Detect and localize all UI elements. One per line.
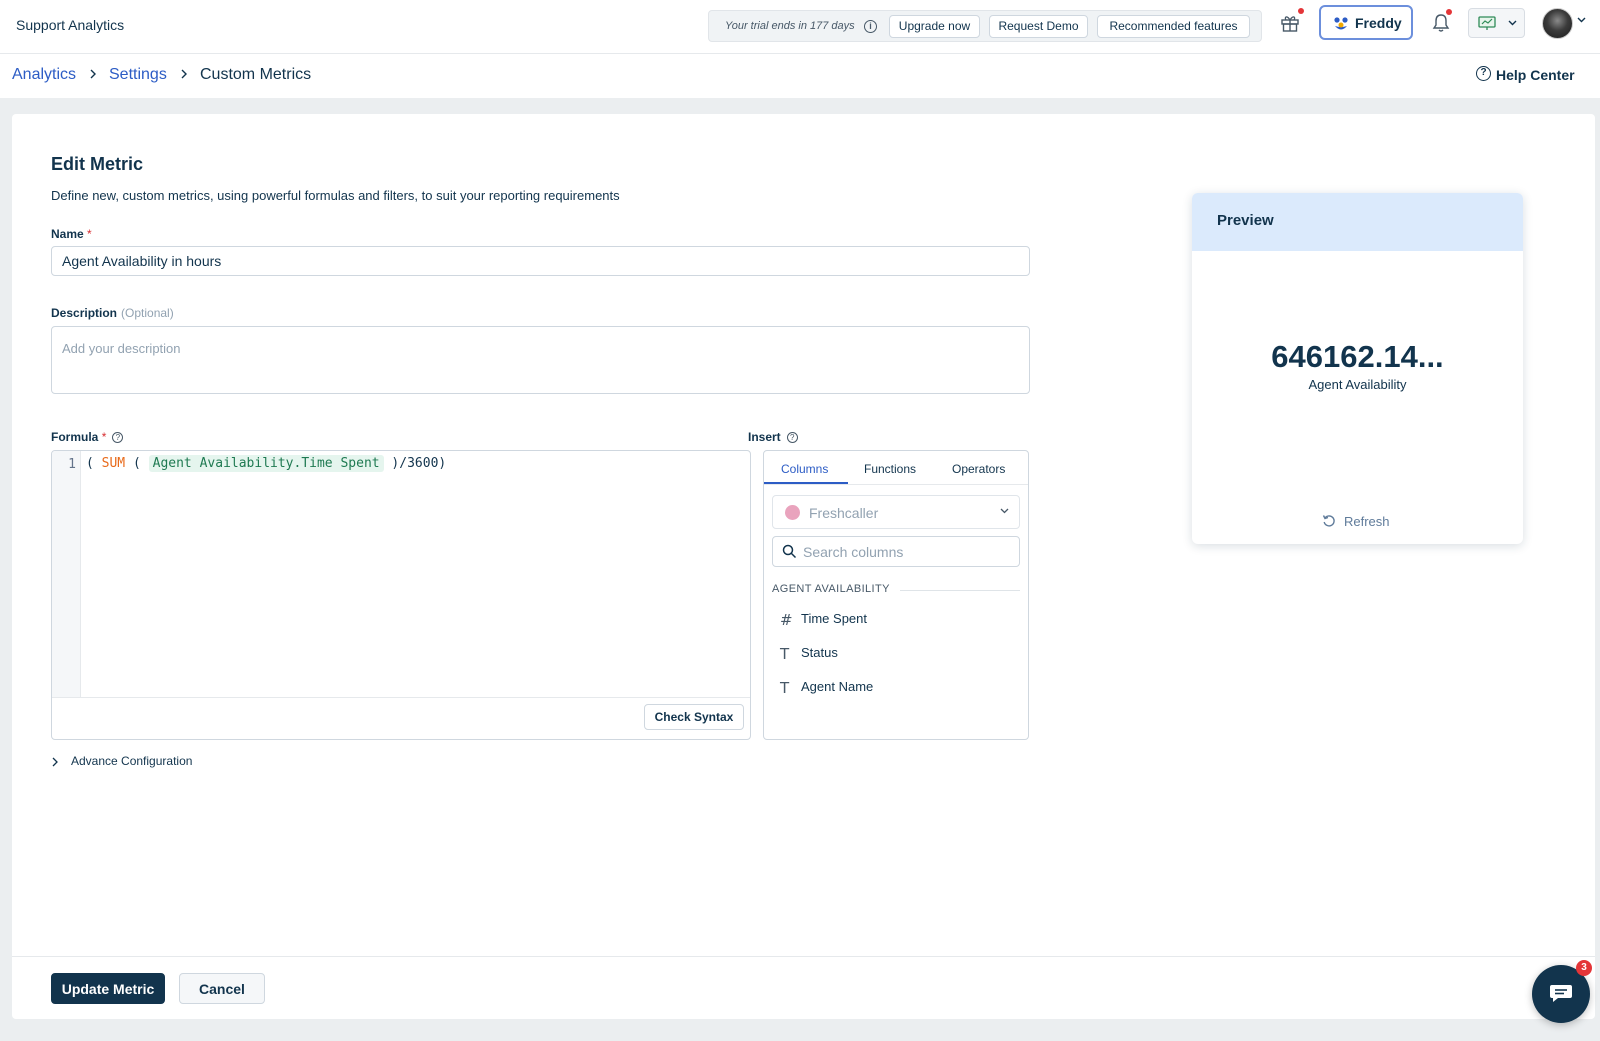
chevron-right-icon <box>52 757 58 767</box>
optional-tag: (Optional) <box>121 306 174 320</box>
formula-label-text: Formula <box>51 430 99 444</box>
preview-metric-label: Agent Availability <box>1308 377 1407 392</box>
formula-column-chip: Agent Availability.Time Spent <box>148 455 384 472</box>
tab-columns[interactable]: Columns <box>781 462 828 476</box>
monitor-icon <box>1478 16 1496 30</box>
avatar[interactable] <box>1542 8 1573 39</box>
search-columns <box>772 536 1020 567</box>
breadcrumb-settings[interactable]: Settings <box>109 66 167 84</box>
column-group-heading: AGENT AVAILABILITY <box>772 583 890 595</box>
description-label-text: Description <box>51 306 118 320</box>
source-select-value: Freshcaller <box>809 505 879 521</box>
description-placeholder: Add your description <box>62 341 181 356</box>
freddy-label: Freddy <box>1355 15 1402 31</box>
chevron-right-icon <box>181 69 187 79</box>
bell-icon[interactable] <box>1432 13 1450 33</box>
breadcrumb-custom-metrics: Custom Metrics <box>200 66 312 83</box>
freshcaller-icon <box>785 505 800 520</box>
help-center-link[interactable]: Help Center <box>1476 67 1575 83</box>
gift-notification-dot <box>1298 8 1304 14</box>
search-columns-input[interactable] <box>803 541 1013 562</box>
preview-title: Preview <box>1217 212 1274 229</box>
freddy-icon <box>1334 17 1348 30</box>
chat-icon <box>1550 985 1572 1002</box>
insert-label-text: Insert <box>748 430 781 444</box>
chevron-down-icon[interactable] <box>1577 17 1586 23</box>
check-syntax-button[interactable]: Check Syntax <box>644 704 744 730</box>
formula-function: SUM <box>101 456 126 471</box>
active-tab-indicator <box>764 482 848 484</box>
bell-notification-dot <box>1446 9 1452 15</box>
formula-open-paren: ( <box>86 456 102 471</box>
tab-operators[interactable]: Operators <box>952 462 1005 476</box>
source-select[interactable]: Freshcaller <box>772 495 1020 529</box>
question-icon[interactable]: ? <box>112 432 124 443</box>
refresh-label: Refresh <box>1344 514 1390 529</box>
column-item-agent-name[interactable]: T Agent Name <box>772 673 1020 701</box>
name-label-text: Name <box>51 227 84 241</box>
top-bar: Support Analytics Your trial ends in 177… <box>0 0 1600 54</box>
request-demo-button[interactable]: Request Demo <box>989 15 1088 38</box>
chevron-down-icon <box>1508 20 1517 26</box>
formula-paren: ( <box>125 456 149 471</box>
name-input[interactable] <box>51 246 1030 276</box>
refresh-icon <box>1322 515 1335 527</box>
column-item-status[interactable]: T Status <box>772 639 1020 667</box>
description-label: Description (Optional) <box>51 306 174 320</box>
formula-code[interactable]: ( SUM ( Agent Availability.Time Spent )/… <box>86 455 447 472</box>
search-icon <box>782 544 797 559</box>
insert-panel: Columns Functions Operators Freshcaller … <box>763 450 1029 740</box>
breadcrumb-analytics[interactable]: Analytics <box>12 66 76 84</box>
chevron-right-icon <box>90 69 96 79</box>
text-type-icon: T <box>780 645 790 663</box>
help-center-label: Help Center <box>1496 67 1575 83</box>
insert-tabs: Columns Functions Operators <box>764 451 1028 485</box>
formula-editor[interactable]: 1 ( SUM ( Agent Availability.Time Spent … <box>51 450 751 740</box>
update-metric-button[interactable]: Update Metric <box>51 973 165 1004</box>
column-item-time-spent[interactable]: # Time Spent <box>772 605 1020 633</box>
formula-label: Formula *? <box>51 430 124 444</box>
info-icon[interactable]: i <box>864 20 877 33</box>
advance-configuration-label: Advance Configuration <box>71 754 193 768</box>
required-mark: * <box>101 430 107 444</box>
cancel-button[interactable]: Cancel <box>179 973 265 1004</box>
freddy-button[interactable]: Freddy <box>1319 5 1413 40</box>
preview-header: Preview <box>1192 193 1523 251</box>
description-field[interactable]: Add your description <box>51 326 1030 394</box>
monitor-dropdown[interactable] <box>1468 8 1525 38</box>
required-mark: * <box>87 227 92 241</box>
column-item-label: Status <box>801 645 838 660</box>
group-divider <box>900 590 1020 591</box>
app-title: Support Analytics <box>16 17 125 33</box>
upgrade-now-button[interactable]: Upgrade now <box>889 15 980 38</box>
form-footer: Update Metric Cancel <box>12 956 1595 1019</box>
breadcrumb: Analytics Settings Custom Metrics ? Help… <box>0 54 1600 98</box>
formula-close: )/3600) <box>383 456 447 471</box>
number-type-icon: # <box>780 611 793 629</box>
editor-footer: Check Syntax <box>52 697 750 739</box>
tab-functions[interactable]: Functions <box>864 462 916 476</box>
edit-metric-card: Edit Metric Define new, custom metrics, … <box>12 114 1595 1019</box>
line-number: 1 <box>68 457 76 472</box>
insert-label: Insert? <box>748 430 798 444</box>
page-title: Edit Metric <box>51 154 144 174</box>
question-icon[interactable]: ? <box>786 432 798 443</box>
preview-value: 646162.14... <box>1271 339 1444 374</box>
text-type-icon: T <box>780 679 790 697</box>
line-gutter: 1 <box>52 451 81 697</box>
preview-panel: Preview 646162.14... Agent Availability … <box>1192 193 1523 544</box>
column-item-label: Time Spent <box>801 611 867 626</box>
gift-icon[interactable] <box>1280 13 1300 33</box>
trial-banner: Your trial ends in 177 days i Upgrade no… <box>708 10 1262 42</box>
recommended-features-button[interactable]: Recommended features <box>1097 15 1250 38</box>
page-subtitle: Define new, custom metrics, using powerf… <box>51 188 620 203</box>
column-item-label: Agent Name <box>801 679 874 694</box>
chat-unread-badge: 3 <box>1576 960 1592 976</box>
chevron-down-icon <box>1000 508 1009 514</box>
trial-text: Your trial ends in 177 days <box>725 20 855 32</box>
name-label: Name * <box>51 227 92 241</box>
